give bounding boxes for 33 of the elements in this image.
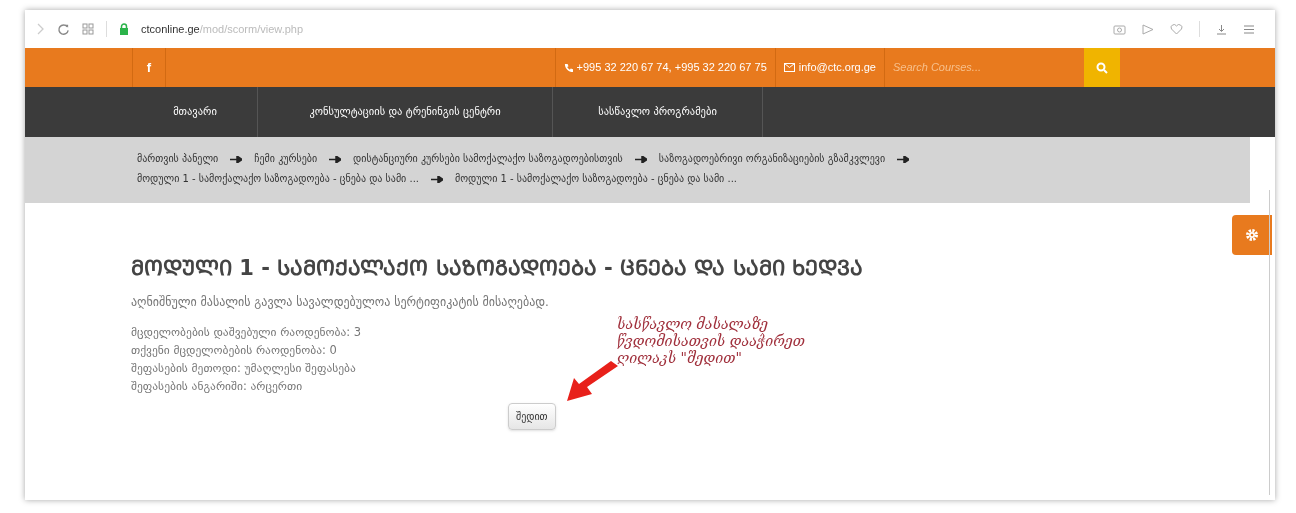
search-icon: [1096, 61, 1108, 74]
arrow-icon: [431, 175, 443, 183]
phone-numbers: +995 32 220 67 74, +995 32 220 67 75: [576, 60, 767, 76]
arrow-icon: [230, 155, 243, 163]
info-line: თქვენი მცდელობების რაოდენობა: 0: [131, 341, 337, 359]
breadcrumb-link[interactable]: მართვის პანელი: [137, 149, 219, 169]
mail-icon: [783, 63, 795, 72]
arrow-icon: [329, 155, 342, 163]
address-bar[interactable]: ctconline.ge/mod/scorm/view.php: [141, 20, 1101, 38]
grid-icon[interactable]: [82, 23, 94, 35]
phone-icon: [563, 63, 573, 72]
forward-icon[interactable]: [37, 23, 45, 35]
arrow-icon: [897, 155, 910, 163]
download-icon[interactable]: [1216, 23, 1227, 35]
breadcrumb-link[interactable]: საზოგადოებრივი ორგანიზაციების გზამკვლევი: [658, 149, 886, 169]
reload-icon[interactable]: [57, 22, 70, 36]
page-heading: ᲛᲝᲓᲣᲚᲘ 1 - ᲡᲐᲛᲝᲥᲐᲚᲐᲥᲝ ᲡᲐᲖᲝᲒᲐᲓᲝᲔᲑᲐ - ᲪᲜᲔᲑᲐ ᲓᲐ ᲡᲐᲛᲘ ᲮᲔᲓᲕᲐ: [131, 255, 864, 282]
annotation-text: სასწავლო მასალაზე წვდომისათვის დააჭირეთ ღილაკს "შედით": [617, 316, 806, 367]
intro-text: აღნიშნული მასალის გავლა სავალდებულოა სერტიფიკატის მისაღებად.: [131, 293, 550, 311]
heart-icon[interactable]: [1170, 23, 1183, 35]
enter-button[interactable]: შედით: [508, 403, 556, 430]
search-button[interactable]: [1084, 48, 1120, 87]
info-line: შეფასების მეთოდი: უმაღლესი შეფასება: [131, 359, 356, 377]
breadcrumb-link[interactable]: მოდული 1 - სამოქალაქო საზოგადოება - ცნება და სამი ...: [455, 169, 737, 189]
breadcrumb-link[interactable]: მოდული 1 - სამოქალაქო საზოგადოება - ცნება და სამი ...: [137, 169, 419, 189]
breadcrumb-link[interactable]: ჩემი კურსები: [254, 149, 318, 169]
breadcrumb-link[interactable]: დისტანციური კურსები სამოქალაქო საზოგადოებისთვის: [353, 149, 623, 169]
arrow-icon: [634, 155, 647, 163]
lock-icon: [119, 23, 129, 35]
settings-tab[interactable]: [1232, 215, 1272, 255]
info-line: შეფასების ანგარიში: არცერთი: [131, 377, 303, 395]
info-line: მცდელობების დაშვებული რაოდენობა: 3: [131, 323, 362, 341]
camera-icon[interactable]: [1113, 23, 1126, 35]
